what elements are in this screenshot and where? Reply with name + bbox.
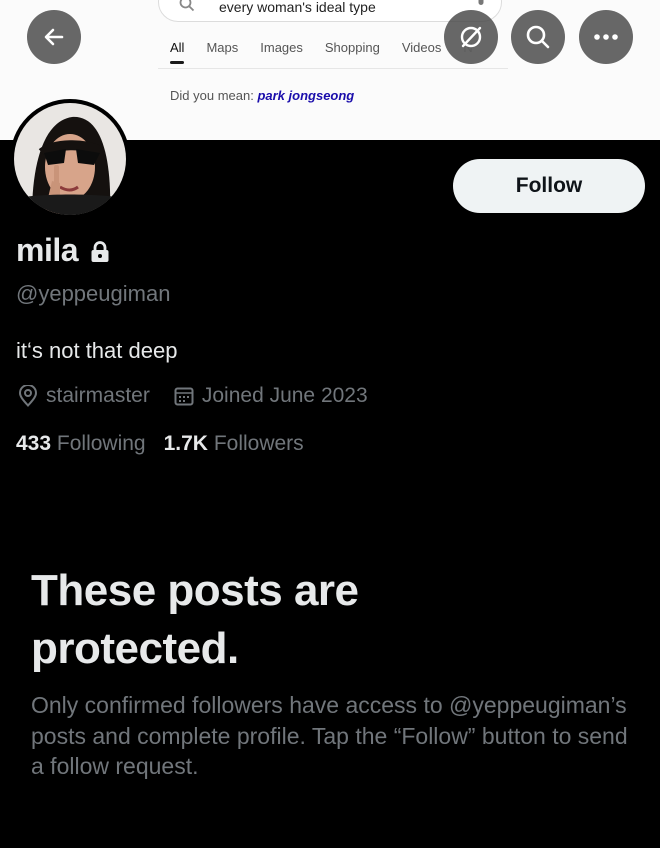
avatar-image (14, 103, 126, 215)
display-name: mila (16, 232, 79, 268)
followers-count: 1.7K (163, 432, 208, 455)
banner-tab-all: All (170, 40, 185, 64)
joined-text: Joined June 2023 (201, 384, 368, 407)
did-you-mean-prefix: Did you mean: (170, 88, 254, 103)
arrow-left-icon (44, 28, 64, 46)
location-pin-icon (18, 385, 38, 407)
profile-stats: 433 Following 1.7K Followers (16, 432, 322, 456)
lock-icon (91, 240, 109, 262)
banner-search-query: every woman's ideal type (219, 0, 376, 15)
avatar[interactable] (10, 99, 130, 219)
follow-button[interactable]: Follow (453, 159, 645, 213)
following-count: 433 (16, 432, 52, 455)
search-button[interactable] (511, 10, 565, 64)
profile-joined: Joined June 2023 (174, 384, 368, 408)
followers-link[interactable]: 1.7K Followers (164, 432, 304, 456)
banner-tab-maps: Maps (206, 40, 239, 55)
profile-handle: @yeppeugiman (16, 281, 171, 306)
more-button[interactable] (579, 10, 633, 64)
protected-title: These posts are protected. (31, 566, 359, 673)
banner-divider (158, 68, 508, 69)
location-text: stairmaster (46, 384, 150, 407)
followers-label: Followers (213, 432, 304, 455)
profile-bio: it‘s not that deep (16, 338, 178, 363)
profile-name-row: mila (16, 232, 110, 269)
more-horizontal-icon (594, 34, 618, 40)
eye-slash-icon (460, 26, 482, 48)
banner-search-icon (179, 0, 195, 12)
banner-mic-icon (478, 0, 484, 5)
calendar-icon (174, 387, 194, 406)
back-button[interactable] (27, 10, 81, 64)
search-icon (526, 25, 550, 49)
banner-did-you-mean: Did you mean: park jongseong (170, 88, 354, 103)
protected-description: Only confirmed followers have access to … (31, 692, 628, 779)
did-you-mean-suggestion: park jongseong (257, 88, 355, 103)
banner-tab-shopping: Shopping (324, 40, 380, 55)
banner-tab-images: Images (260, 40, 303, 55)
following-link[interactable]: 433 Following (16, 432, 146, 456)
hide-button[interactable] (444, 10, 498, 64)
banner-tab-videos: Videos (401, 40, 442, 55)
profile-location: stairmaster (18, 384, 150, 408)
profile-meta: stairmaster Joined June 2023 (18, 384, 392, 408)
following-label: Following (56, 432, 146, 455)
